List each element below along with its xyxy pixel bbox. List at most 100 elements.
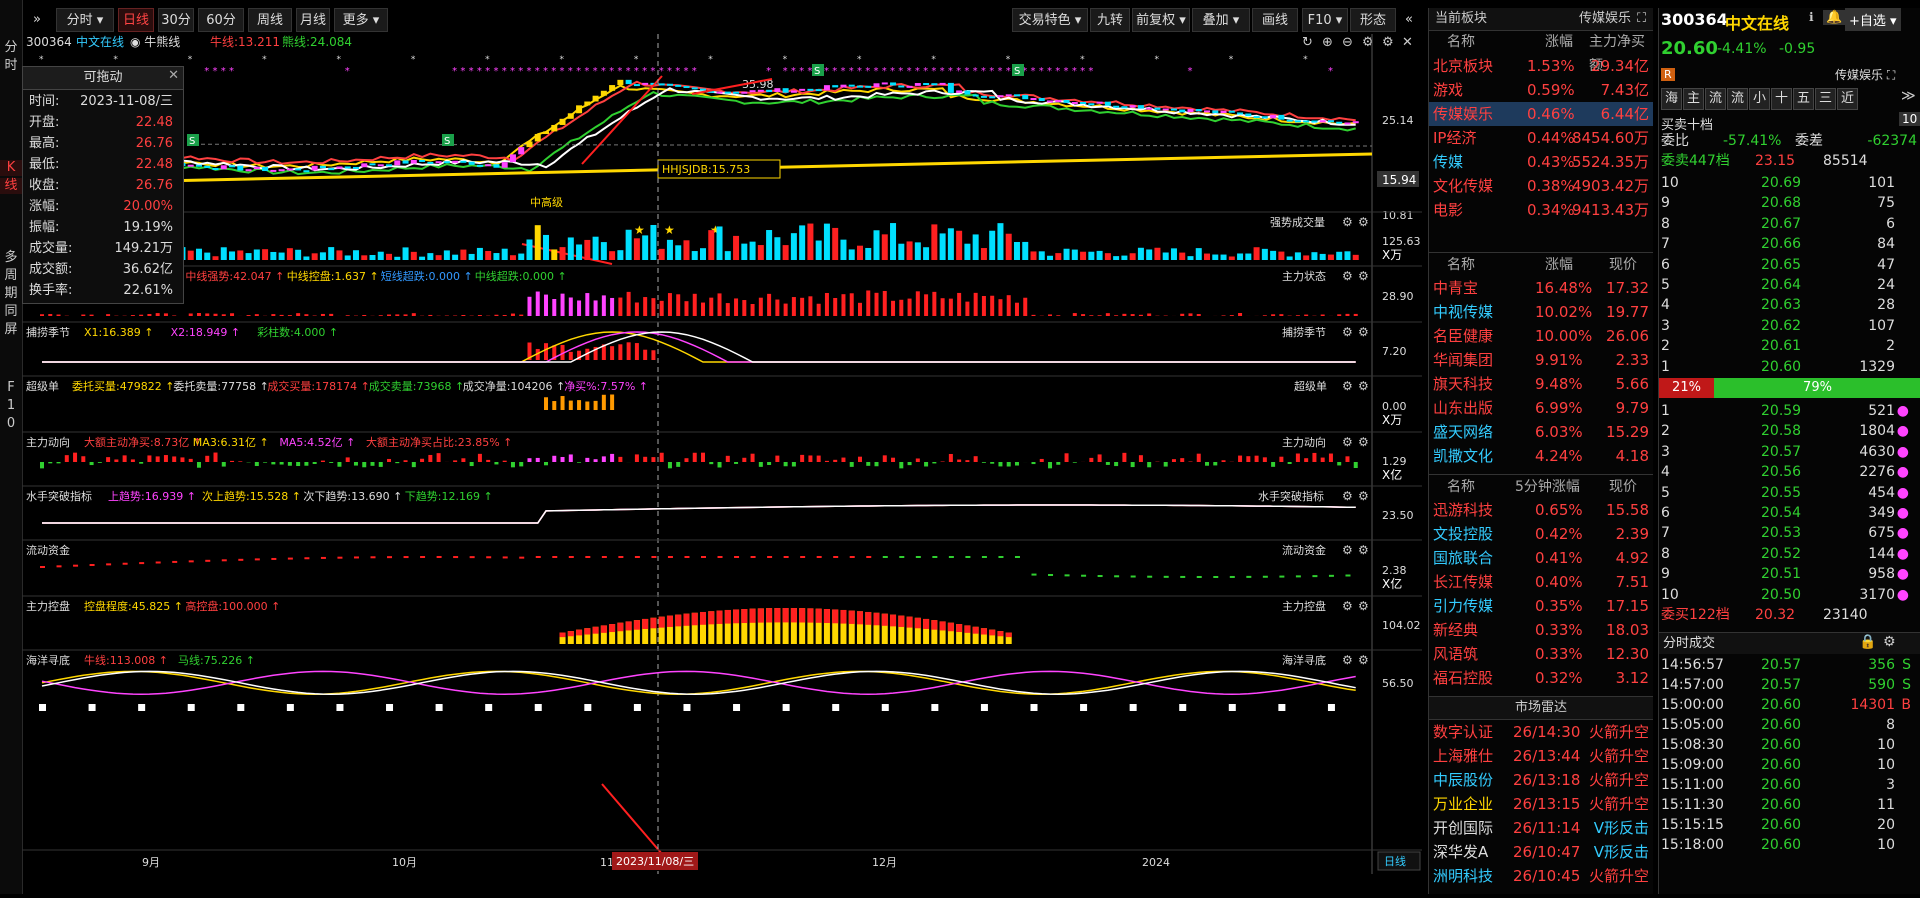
collapse-icon[interactable]: « (1398, 8, 1420, 32)
close-icon[interactable]: ✕ (168, 68, 179, 83)
ask-row[interactable]: 520.6424 (1659, 276, 1920, 295)
kline-chart-svg[interactable]: 300364中文在线◉ 牛熊线牛线:13.211熊线:24.084↻⊕⊖⚙⚙✕2… (22, 34, 1422, 894)
left-tab-char[interactable]: 多 (0, 250, 22, 266)
quote-tab[interactable]: 流 (1727, 88, 1748, 110)
expand-icon[interactable]: ⛶ (1637, 8, 1646, 30)
ask-row[interactable]: 820.676 (1659, 215, 1920, 234)
left-tab-char[interactable]: 屏 (0, 322, 22, 338)
quote-tab[interactable]: 五 (1793, 88, 1814, 110)
indicator-panel[interactable]: 超级单委托买量:479822 ↑委托卖量:77758 ↑成交买量:178174 … (22, 376, 1422, 427)
quote-tab[interactable]: 流 (1705, 88, 1726, 110)
kline-chart-area[interactable]: 300364中文在线◉ 牛熊线牛线:13.211熊线:24.084↻⊕⊖⚙⚙✕2… (22, 34, 1422, 894)
ask-row[interactable]: 320.62107 (1659, 317, 1920, 336)
toolbar-right-button[interactable]: 画线 (1252, 8, 1298, 32)
period-button[interactable]: 月线 (296, 8, 330, 32)
sector-row[interactable]: 传媒娱乐0.46%6.44亿 (1429, 102, 1653, 126)
info-box-title[interactable]: 可拖动 (23, 67, 183, 90)
quote-tab[interactable]: 近 (1837, 88, 1858, 110)
toolbar-right-button[interactable]: 叠加 ▾ (1192, 8, 1250, 32)
indicator-panel[interactable]: 强势成交量⚙⚙125.63X万 (22, 212, 1422, 262)
sector-row[interactable]: 文化传媒0.38%4903.42万 (1429, 174, 1653, 198)
info-icon[interactable]: ℹ (1809, 10, 1814, 24)
sector-row[interactable]: 传媒0.43%5524.35万 (1429, 150, 1653, 174)
left-tab-char[interactable]: 周 (0, 268, 22, 284)
speed-row[interactable]: 文投控股0.42%2.39 (1429, 522, 1653, 546)
settings-icon[interactable]: ⚙ (1883, 634, 1896, 650)
speed-row[interactable]: 引力传媒0.35%17.15 (1429, 594, 1653, 618)
radar-row[interactable]: 中辰股份26/13:18火箭升空 (1429, 768, 1653, 792)
ask-row[interactable]: 720.6684 (1659, 235, 1920, 254)
radar-row[interactable]: 万业企业26/13:15火箭升空 (1429, 792, 1653, 816)
toolbar-right-button[interactable]: 前复权 ▾ (1132, 8, 1190, 32)
bid-row[interactable]: 520.55454● (1659, 484, 1920, 503)
stock-row[interactable]: 盛天网络6.03%15.29 (1429, 420, 1653, 444)
left-tab-char[interactable]: 分 (0, 40, 22, 56)
indicator-panel[interactable]: 海洋寻底牛线:113.008 ↑马线:75.226 ↑海洋寻底⚙⚙56.50 (22, 650, 1422, 711)
sector-row[interactable]: 游戏0.59%7.43亿 (1429, 78, 1653, 102)
sector-row[interactable]: IP经济0.44%8454.60万 (1429, 126, 1653, 150)
period-button[interactable]: 分时 ▾ (56, 8, 114, 32)
speed-row[interactable]: 长江传媒0.40%7.51 (1429, 570, 1653, 594)
left-tab-char[interactable]: 同 (0, 304, 22, 320)
speed-row[interactable]: 国旅联合0.41%4.92 (1429, 546, 1653, 570)
expand-icon[interactable]: » (24, 8, 50, 32)
left-tab-char[interactable]: K (0, 160, 22, 176)
bid-row[interactable]: 220.581804● (1659, 422, 1920, 441)
period-button[interactable]: 周线 (248, 8, 292, 32)
chevron-down-icon[interactable]: ≫ (1901, 88, 1916, 104)
stock-row[interactable]: 中视传媒10.02%19.77 (1429, 300, 1653, 324)
toolbar-right-button[interactable]: 形态 (1350, 8, 1396, 32)
ask-row[interactable]: 420.6328 (1659, 296, 1920, 315)
ask-row[interactable]: 220.612 (1659, 337, 1920, 356)
period-button[interactable]: 日线 (118, 8, 154, 32)
ask-row[interactable]: 620.6547 (1659, 256, 1920, 275)
stock-row[interactable]: 山东出版6.99%9.79 (1429, 396, 1653, 420)
indicator-panel[interactable]: 流动资金流动资金⚙⚙2.38X亿 (22, 540, 1422, 591)
indicator-panel[interactable]: 捕捞季节X1:16.389 ↑X2:18.949 ↑彩柱数:4.000 ↑捕捞季… (22, 322, 1422, 362)
left-tab-char[interactable]: F (0, 380, 22, 396)
toolbar-right-button[interactable]: 交易特色 ▾ (1012, 8, 1088, 32)
self-select-button[interactable]: +自选 ▾ (1845, 8, 1901, 31)
speed-row[interactable]: 福石控股0.32%3.12 (1429, 666, 1653, 690)
period-button[interactable]: 30分 (158, 8, 194, 32)
indicator-panel[interactable]: 主力控盘控盘程度:45.825 ↑高控盘:100.000 ↑主力控盘⚙⚙104.… (22, 596, 1422, 644)
draggable-info-box[interactable]: 可拖动 ✕ 时间:2023-11-08/三开盘:22.48最高:26.76最低:… (22, 66, 184, 304)
indicator-panel[interactable]: 主力动向大额主动净买:8.73亿 ↑MA3:6.31亿 ↑MA5:4.52亿 ↑… (22, 432, 1422, 482)
sector-row[interactable]: 北京板块1.53%29.34亿 (1429, 54, 1653, 78)
book-count[interactable]: 10 (1899, 112, 1920, 126)
sector-row[interactable]: 电影0.34%9413.43万 (1429, 198, 1653, 222)
radar-row[interactable]: 数字认证26/14:30火箭升空 (1429, 720, 1653, 744)
lock-icon[interactable]: 🔒 (1859, 634, 1876, 650)
quote-tab[interactable]: 十 (1771, 88, 1792, 110)
indicator-panel[interactable]: 主力状态短线上攻:45.581 ↑中线强势:42.047 ↑中线控盘:1.637… (22, 266, 1422, 316)
radar-row[interactable]: 深华发A26/10:47V形反击 (1429, 840, 1653, 864)
toolbar-right-button[interactable]: F10 ▾ (1302, 8, 1348, 32)
stock-row[interactable]: 中青宝16.48%17.32 (1429, 276, 1653, 300)
quote-tab[interactable]: 主 (1683, 88, 1704, 110)
stock-row[interactable]: 凯撒文化4.24%4.18 (1429, 444, 1653, 468)
ask-row[interactable]: 920.6875 (1659, 194, 1920, 213)
left-tab-char[interactable]: 期 (0, 286, 22, 302)
bid-row[interactable]: 420.562276● (1659, 463, 1920, 482)
indicator-panel[interactable]: 水手突破指标上趋势:16.939 ↑次上趋势:15.528 ↑次下趋势:13.6… (22, 486, 1422, 523)
current-sector-name[interactable]: 传媒娱乐 (1579, 8, 1631, 30)
bid-row[interactable]: 620.54349● (1659, 504, 1920, 523)
bid-row[interactable]: 720.53675● (1659, 524, 1920, 543)
left-tab-char[interactable]: 时 (0, 58, 22, 74)
radar-row[interactable]: 洲明科技26/10:45火箭升空 (1429, 864, 1653, 888)
stock-row[interactable]: 名臣健康10.00%26.06 (1429, 324, 1653, 348)
period-button[interactable]: 更多 ▾ (334, 8, 388, 32)
ask-row[interactable]: 1020.69101 (1659, 174, 1920, 193)
quote-tab[interactable]: 三 (1815, 88, 1836, 110)
period-button[interactable]: 60分 (198, 8, 244, 32)
ask-row[interactable]: 120.601329 (1659, 358, 1920, 377)
toolbar-right-button[interactable]: 九转 (1090, 8, 1130, 32)
bid-row[interactable]: 320.574630● (1659, 443, 1920, 462)
bid-row[interactable]: 1020.503170● (1659, 586, 1920, 605)
bid-row[interactable]: 820.52144● (1659, 545, 1920, 564)
left-tab-char[interactable]: 1 (0, 398, 22, 414)
radar-row[interactable]: 上海雅仕26/13:44火箭升空 (1429, 744, 1653, 768)
speed-row[interactable]: 风语筑0.33%12.30 (1429, 642, 1653, 666)
radar-row[interactable]: 开创国际26/11:14V形反击 (1429, 816, 1653, 840)
stock-row[interactable]: 华闻集团9.91%2.33 (1429, 348, 1653, 372)
